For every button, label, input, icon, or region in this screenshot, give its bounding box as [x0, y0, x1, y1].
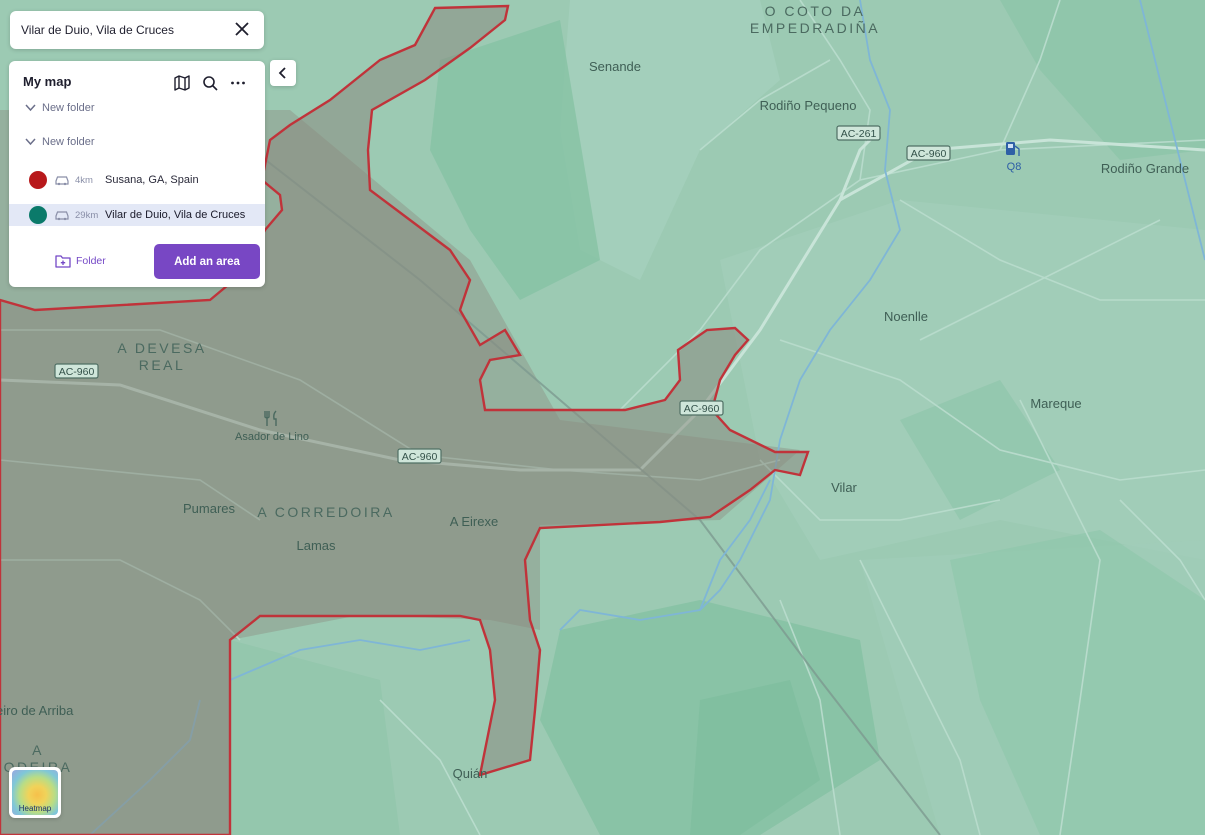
road-shield-ac960-mid: AC-960 [679, 400, 724, 416]
region-label-sw-a: A [32, 742, 44, 758]
place-label-rodino-pequeno: Rodiño Pequeno [760, 98, 857, 113]
folder-row[interactable]: New folder [25, 102, 95, 114]
add-folder-label: Folder [76, 255, 106, 267]
place-label-eirexe: A Eirexe [450, 514, 498, 529]
svg-text:AC-960: AC-960 [684, 403, 720, 415]
road-shield-ac261: AC-261 [836, 125, 881, 141]
car-icon [55, 176, 69, 186]
heatmap-toggle[interactable]: Heatmap [9, 767, 61, 818]
place-label-mareque: Mareque [1030, 396, 1081, 411]
place-label-quian: Quián [453, 766, 488, 781]
place-label-arriba: eiro de Arriba [0, 703, 74, 718]
add-area-button[interactable]: Add an area [154, 244, 260, 279]
region-label-devesa-a: A DEVESA [117, 340, 206, 356]
region-label-devesa-b: REAL [139, 357, 186, 373]
travel-distance: 4km [75, 174, 93, 186]
travel-distance: 29km [75, 209, 99, 221]
fuel-brand-label: Q8 [1007, 161, 1022, 173]
area-color-dot [29, 206, 47, 224]
road-shield-ac960-w: AC-960 [54, 363, 99, 379]
my-map-panel: My map New folder New folder 4km Susana,… [9, 61, 265, 287]
place-label-senande: Senande [589, 59, 641, 74]
region-label-coto-a: O COTO DA [765, 3, 866, 19]
map-view-icon[interactable] [173, 74, 191, 92]
region-label-coto-b: EMPEDRADIÑA [750, 20, 880, 36]
area-item-vilar-de-duio[interactable]: 29km Vilar de Duio, Vila de Cruces [9, 204, 265, 226]
search-box[interactable]: Vilar de Duio, Vila de Cruces [10, 11, 264, 49]
collapse-panel-button[interactable] [270, 60, 296, 86]
close-icon[interactable] [234, 21, 250, 37]
svg-text:AC-960: AC-960 [402, 451, 438, 463]
chevron-down-icon [25, 104, 36, 112]
search-icon[interactable] [201, 74, 219, 92]
panel-title: My map [23, 74, 72, 89]
heatmap-thumbnail: Heatmap [12, 770, 58, 815]
folder-plus-icon [55, 255, 71, 268]
svg-text:AC-960: AC-960 [59, 366, 95, 378]
place-label-pumares: Pumares [183, 501, 236, 516]
place-label-lamas: Lamas [296, 538, 336, 553]
folder-label: New folder [42, 136, 95, 148]
folder-row[interactable]: New folder [25, 136, 95, 148]
car-icon [55, 211, 69, 221]
chevron-down-icon [25, 138, 36, 146]
heatmap-label: Heatmap [18, 804, 52, 813]
poi-label-asador: Asador de Lino [235, 431, 309, 443]
area-color-dot [29, 171, 47, 189]
add-folder-button[interactable]: Folder [55, 254, 106, 268]
road-shield-ac960-ne: AC-960 [906, 145, 951, 161]
svg-text:AC-261: AC-261 [841, 128, 877, 140]
chevron-left-icon [278, 67, 286, 79]
search-query[interactable]: Vilar de Duio, Vila de Cruces [21, 23, 174, 37]
place-label-rodino-grande: Rodiño Grande [1101, 161, 1189, 176]
place-label-vilar: Vilar [831, 480, 857, 495]
road-shield-ac960-c: AC-960 [397, 448, 442, 464]
svg-text:AC-960: AC-960 [911, 148, 947, 160]
area-name: Susana, GA, Spain [105, 174, 199, 186]
more-options-icon[interactable] [229, 74, 247, 92]
place-label-noenlle: Noenlle [884, 309, 928, 324]
area-name: Vilar de Duio, Vila de Cruces [105, 209, 246, 221]
region-label-corredoira: A CORREDOIRA [257, 504, 394, 520]
area-item-susana[interactable]: 4km Susana, GA, Spain [9, 169, 265, 191]
folder-label: New folder [42, 102, 95, 114]
